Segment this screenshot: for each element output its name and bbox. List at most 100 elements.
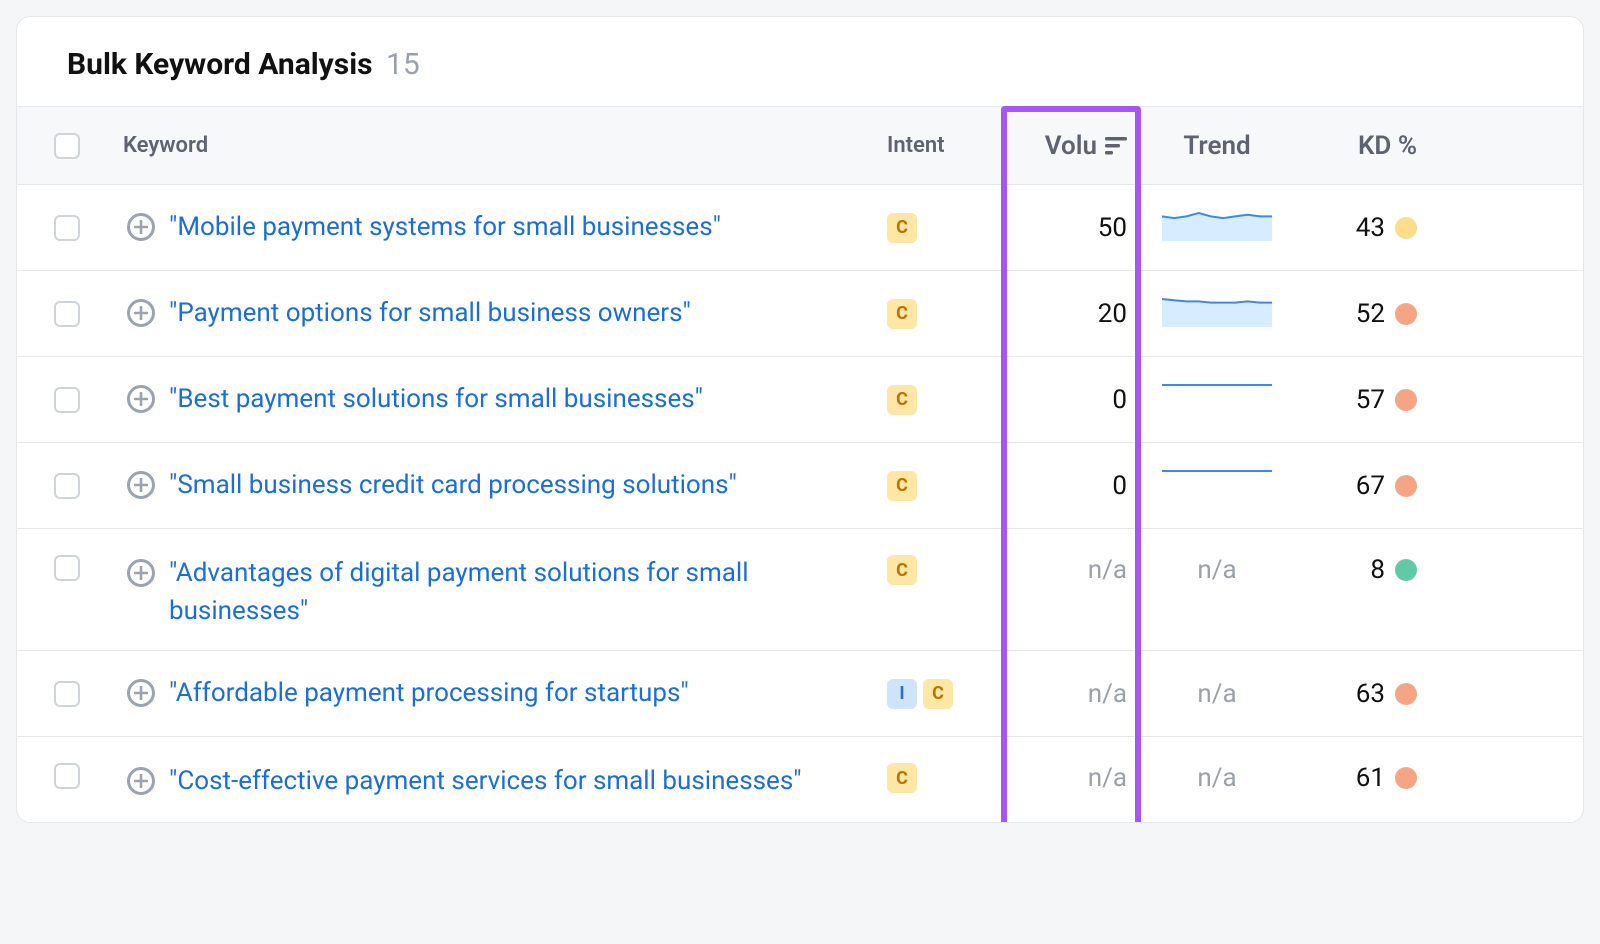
keyword-cell: "Payment options for small business owne…	[117, 295, 877, 333]
intent-badge-c[interactable]: C	[887, 555, 917, 585]
keyword-cell: "Small business credit card processing s…	[117, 467, 877, 505]
intent-badge-c[interactable]: C	[887, 299, 917, 329]
trend-cell: n/a	[1137, 549, 1297, 585]
intent-badge-c[interactable]: C	[887, 471, 917, 501]
row-check-cell	[17, 301, 117, 327]
intent-cell: C	[877, 213, 1007, 243]
kd-value: 63	[1356, 679, 1385, 709]
expand-row-button[interactable]	[127, 679, 155, 707]
table-wrapper: Keyword Intent Volu Tre	[17, 106, 1583, 822]
trend-cell	[1137, 465, 1297, 506]
kd-value: 57	[1356, 385, 1385, 415]
kd-value: 43	[1356, 213, 1385, 243]
keyword-link[interactable]: "Affordable payment processing for start…	[169, 675, 689, 713]
kd-value: 8	[1370, 555, 1385, 585]
trend-cell: n/a	[1137, 679, 1297, 709]
bulk-keyword-analysis-panel: Bulk Keyword Analysis 15 Keyword Intent …	[16, 16, 1584, 823]
table-row: "Cost-effective payment services for sma…	[17, 736, 1583, 822]
trend-cell	[1137, 207, 1297, 248]
table-row: "Best payment solutions for small busine…	[17, 356, 1583, 442]
keyword-link[interactable]: "Advantages of digital payment solutions…	[169, 555, 867, 630]
volume-cell: 50	[1007, 213, 1137, 243]
keyword-link[interactable]: "Cost-effective payment services for sma…	[169, 763, 802, 801]
header-intent[interactable]: Intent	[877, 133, 1007, 158]
intent-badge-c[interactable]: C	[923, 679, 953, 709]
trend-sparkline	[1162, 379, 1272, 420]
volume-cell: n/a	[1007, 679, 1137, 709]
volume-cell: 0	[1007, 471, 1137, 501]
header-keyword[interactable]: Keyword	[117, 133, 877, 158]
table-row: "Payment options for small business owne…	[17, 270, 1583, 356]
kd-difficulty-dot	[1395, 475, 1417, 497]
intent-cell: C	[877, 299, 1007, 329]
kd-cell: 43	[1297, 213, 1427, 243]
kd-cell: 8	[1297, 549, 1427, 585]
expand-row-button[interactable]	[127, 213, 155, 241]
kd-value: 67	[1356, 471, 1385, 501]
select-all-checkbox[interactable]	[54, 133, 80, 159]
kd-value: 52	[1356, 299, 1385, 329]
row-check-cell	[17, 549, 117, 581]
header-keyword-label: Keyword	[123, 133, 208, 158]
kd-cell: 67	[1297, 471, 1427, 501]
trend-sparkline	[1162, 465, 1272, 506]
header-check-cell	[17, 133, 117, 159]
header-trend[interactable]: Trend	[1137, 131, 1297, 161]
volume-cell: n/a	[1007, 757, 1137, 793]
table-row: "Affordable payment processing for start…	[17, 650, 1583, 736]
trend-na: n/a	[1197, 679, 1236, 709]
intent-badge-c[interactable]: C	[887, 385, 917, 415]
row-checkbox[interactable]	[54, 555, 80, 581]
expand-row-button[interactable]	[127, 767, 155, 795]
table-header-row: Keyword Intent Volu Tre	[17, 106, 1583, 184]
intent-badge-c[interactable]: C	[887, 213, 917, 243]
keyword-cell: "Affordable payment processing for start…	[117, 675, 877, 713]
volume-cell: 0	[1007, 385, 1137, 415]
volume-cell: 20	[1007, 299, 1137, 329]
expand-row-button[interactable]	[127, 471, 155, 499]
kd-cell: 61	[1297, 757, 1427, 793]
trend-sparkline	[1162, 293, 1272, 334]
intent-cell: C	[877, 757, 1007, 793]
panel-title: Bulk Keyword Analysis 15	[17, 17, 1583, 106]
table-row: "Advantages of digital payment solutions…	[17, 528, 1583, 650]
trend-cell: n/a	[1137, 757, 1297, 793]
keyword-cell: "Cost-effective payment services for sma…	[117, 757, 877, 801]
kd-difficulty-dot	[1395, 559, 1417, 581]
row-checkbox[interactable]	[54, 301, 80, 327]
intent-badge-c[interactable]: C	[887, 763, 917, 793]
row-check-cell	[17, 473, 117, 499]
kd-cell: 52	[1297, 299, 1427, 329]
intent-cell: IC	[877, 679, 1007, 709]
row-checkbox[interactable]	[54, 215, 80, 241]
trend-na: n/a	[1197, 763, 1236, 793]
keyword-link[interactable]: "Payment options for small business owne…	[169, 295, 691, 333]
intent-cell: C	[877, 471, 1007, 501]
row-check-cell	[17, 387, 117, 413]
expand-row-button[interactable]	[127, 385, 155, 413]
volume-cell: n/a	[1007, 549, 1137, 585]
keyword-link[interactable]: "Small business credit card processing s…	[169, 467, 737, 505]
intent-cell: C	[877, 549, 1007, 585]
intent-badge-i[interactable]: I	[887, 679, 917, 709]
row-checkbox[interactable]	[54, 473, 80, 499]
row-checkbox[interactable]	[54, 763, 80, 789]
trend-na: n/a	[1197, 555, 1236, 585]
sort-desc-icon	[1105, 137, 1127, 155]
kd-cell: 57	[1297, 385, 1427, 415]
expand-row-button[interactable]	[127, 559, 155, 587]
header-kd-label: KD %	[1358, 131, 1417, 161]
row-checkbox[interactable]	[54, 387, 80, 413]
kd-difficulty-dot	[1395, 767, 1417, 789]
expand-row-button[interactable]	[127, 299, 155, 327]
header-trend-label: Trend	[1183, 131, 1250, 161]
row-check-cell	[17, 215, 117, 241]
keyword-link[interactable]: "Best payment solutions for small busine…	[169, 381, 703, 419]
row-checkbox[interactable]	[54, 681, 80, 707]
header-volume[interactable]: Volu	[1007, 131, 1137, 161]
panel-title-text: Bulk Keyword Analysis	[67, 47, 373, 82]
row-check-cell	[17, 681, 117, 707]
header-kd[interactable]: KD %	[1297, 131, 1427, 161]
kd-value: 61	[1356, 763, 1385, 793]
keyword-link[interactable]: "Mobile payment systems for small busine…	[169, 209, 721, 247]
